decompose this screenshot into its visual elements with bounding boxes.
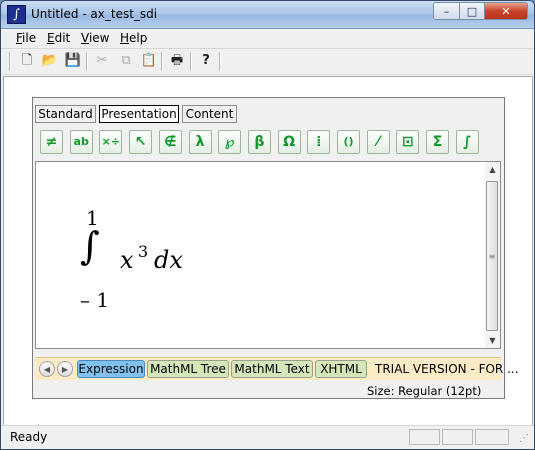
not-equal-palette-icon[interactable]: ≠ [40, 130, 63, 154]
toolbar-separator [161, 52, 163, 71]
tab-mathml-text[interactable]: MathML Text [231, 360, 313, 378]
set-palette-icon[interactable]: ∉ [158, 130, 182, 154]
scroll-up-icon[interactable]: ▲ [485, 162, 500, 178]
size-indicator: Size: Regular (12pt) [367, 384, 482, 398]
vertical-scrollbar[interactable]: ▲ ≡ ▼ [485, 162, 500, 348]
status-pane [409, 429, 440, 445]
lambda-palette-icon[interactable]: λ [188, 130, 212, 154]
fences-palette-icon[interactable]: () [337, 130, 360, 154]
integral-palette-icon[interactable]: ∫ [455, 130, 479, 154]
menu-edit[interactable]: Edit [47, 31, 70, 45]
integrand-exponent: 3 [138, 242, 149, 261]
sum-palette-icon[interactable]: Σ [426, 130, 450, 154]
tab-scroll-right-icon[interactable]: ▶ [57, 361, 73, 377]
integrand-base: x [120, 246, 134, 274]
maximize-button[interactable]: □ [459, 2, 485, 20]
app-icon[interactable]: ∫ [7, 5, 26, 24]
title-bar[interactable]: ∫ Untitled - ax_test_sdi – □ ✕ [1, 1, 534, 29]
paste-icon[interactable]: 📋 [140, 52, 158, 70]
view-tab-bar: ◀ ▶ Expression MathML Tree MathML Text X… [35, 357, 519, 380]
toolbar-separator [219, 52, 221, 71]
fraction-palette-icon[interactable]: ⁄ [366, 130, 390, 154]
integral-lower-limit: – 1 [80, 288, 110, 312]
status-pane [442, 429, 473, 445]
matrix-palette-icon[interactable]: ⁞ [307, 130, 331, 154]
text-style-palette-icon[interactable]: ab [69, 130, 93, 154]
menu-file[interactable]: File [16, 31, 36, 45]
toolbar-separator [190, 52, 192, 71]
scroll-thumb[interactable]: ≡ [486, 181, 498, 331]
toolbar-separator [9, 52, 11, 71]
trial-notice: TRIAL VERSION - FOR ... [375, 362, 519, 376]
minimize-button[interactable]: – [433, 2, 460, 20]
scroll-down-icon[interactable]: ▼ [485, 333, 500, 349]
save-icon[interactable]: 💾 [64, 52, 82, 70]
toolbar: 🗋 📂 💾 ✂ ⧉ 📋 🖶 ? [1, 49, 534, 75]
tab-standard[interactable]: Standard [35, 105, 96, 123]
status-text: Ready [10, 430, 48, 444]
new-icon[interactable]: 🗋 [18, 52, 36, 70]
arrows-palette-icon[interactable]: ↖ [129, 130, 153, 154]
toolbar-separator [86, 52, 88, 71]
menu-view[interactable]: View [81, 31, 109, 45]
help-icon[interactable]: ? [197, 52, 215, 70]
script-letters-palette-icon[interactable]: ℘ [218, 130, 242, 154]
tab-mathml-tree[interactable]: MathML Tree [147, 360, 229, 378]
close-button[interactable]: ✕ [484, 2, 528, 20]
menu-help[interactable]: Help [120, 31, 147, 45]
greek-palette-icon[interactable]: β [247, 130, 271, 154]
operators-palette-icon[interactable]: ×÷ [99, 130, 123, 154]
menu-bar: File Edit View Help [1, 29, 534, 49]
open-icon[interactable]: 📂 [41, 52, 59, 70]
resize-grip-icon[interactable]: ⋰ [519, 433, 529, 444]
status-bar: Ready ⋰ [1, 425, 534, 449]
tab-scroll-left-icon[interactable]: ◀ [39, 361, 55, 377]
tab-xhtml[interactable]: XHTML [315, 360, 367, 378]
status-pane [475, 429, 509, 445]
copy-icon[interactable]: ⧉ [117, 52, 135, 70]
main-window: ∫ Untitled - ax_test_sdi – □ ✕ File Edit… [0, 0, 535, 450]
window-title: Untitled - ax_test_sdi [31, 7, 158, 21]
omega-palette-icon[interactable]: Ω [277, 130, 301, 154]
tab-expression[interactable]: Expression [77, 360, 145, 378]
print-icon[interactable]: 🖶 [168, 52, 186, 70]
cut-icon[interactable]: ✂ [93, 52, 111, 70]
tab-content[interactable]: Content [182, 105, 237, 123]
differential: dx [154, 246, 183, 274]
script-palette-icon[interactable]: ⊡ [396, 130, 420, 154]
integral-sign: ∫ [80, 224, 100, 268]
tab-presentation[interactable]: Presentation [99, 105, 179, 123]
expression-canvas[interactable]: 1 ∫ x 3 dx – 1 [35, 161, 501, 349]
